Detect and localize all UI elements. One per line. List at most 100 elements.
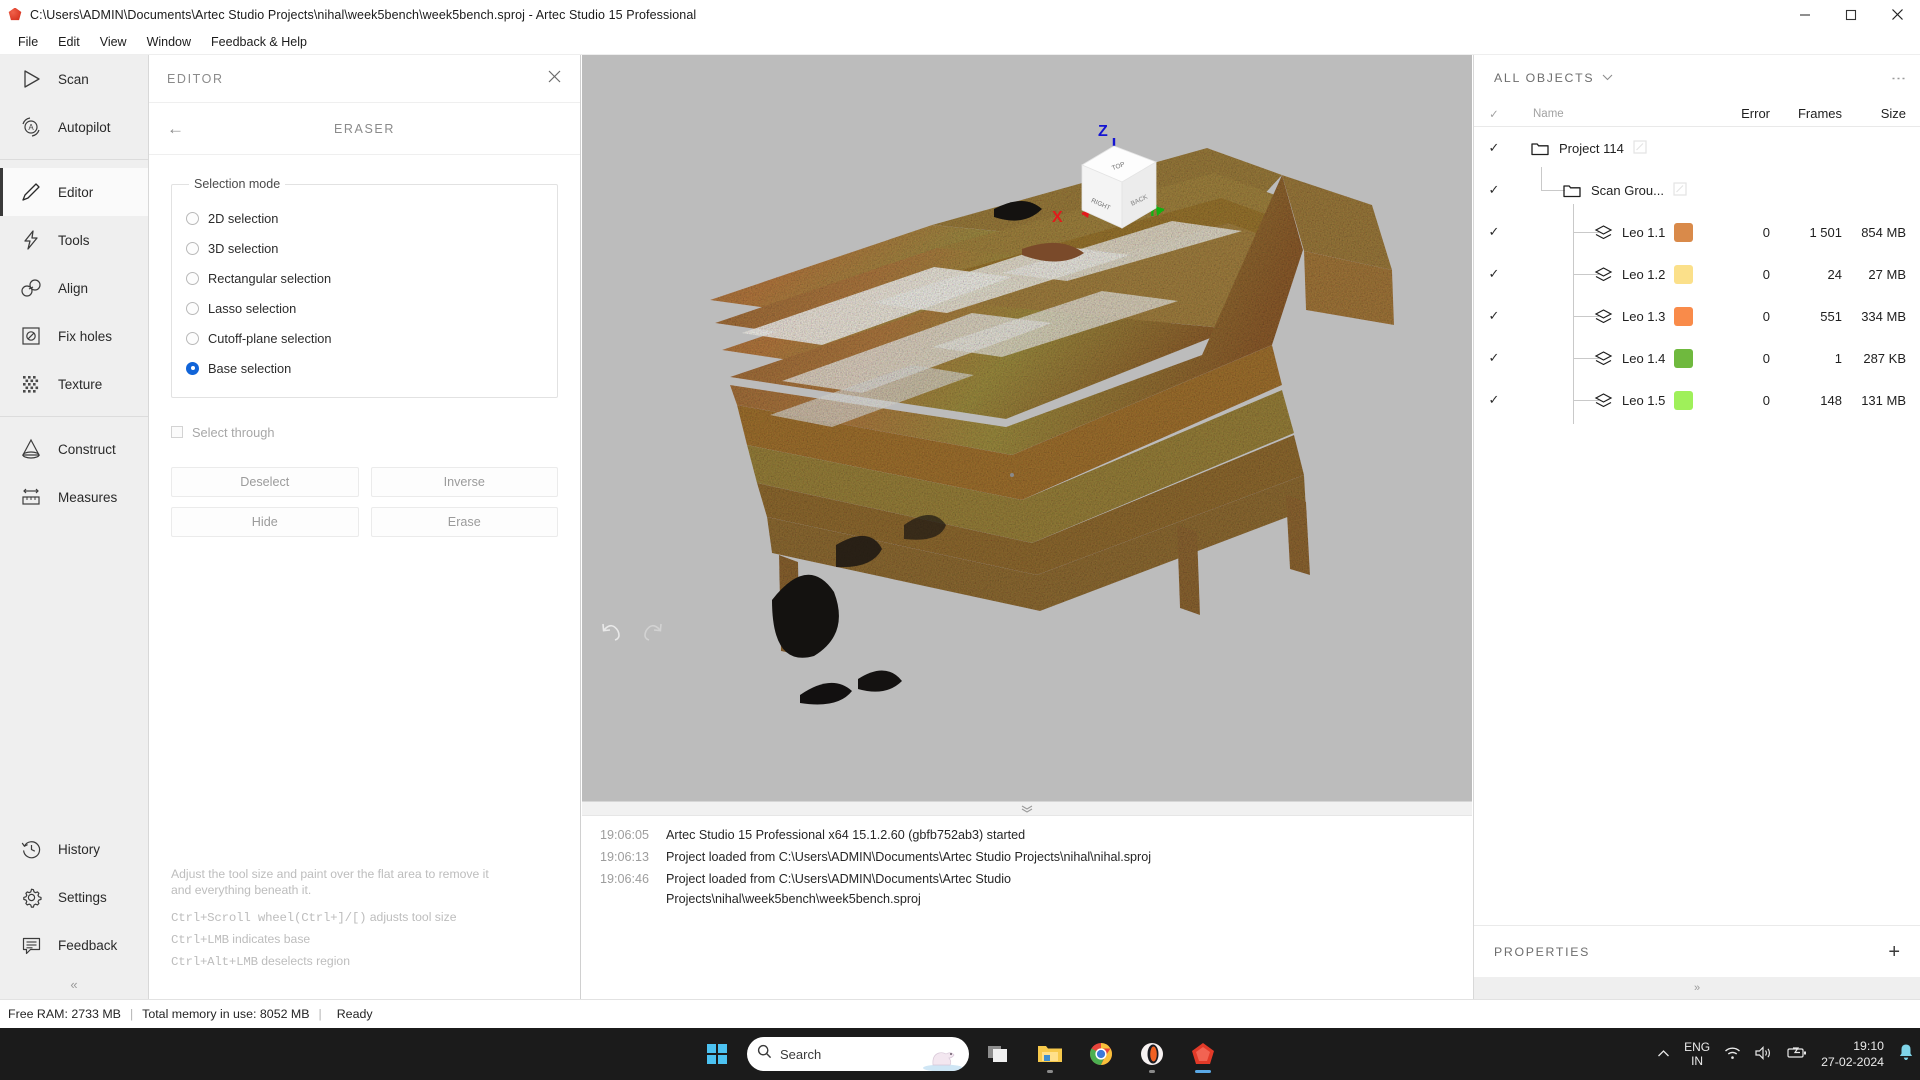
radio-label: Rectangular selection xyxy=(208,270,332,286)
row-checkbox[interactable]: ✓ xyxy=(1474,308,1514,324)
language-indicator[interactable]: ENG IN xyxy=(1684,1040,1710,1068)
battery-icon[interactable] xyxy=(1787,1046,1807,1062)
color-swatch[interactable] xyxy=(1674,222,1694,242)
editor-body: Selection mode 2D selection 3D selection… xyxy=(149,155,580,537)
status-total-memory: Total memory in use: 8052 MB xyxy=(142,1007,310,1021)
opera-icon[interactable] xyxy=(1131,1033,1173,1075)
console-collapse-handle[interactable] xyxy=(582,802,1472,816)
sidebar-item-feedback[interactable]: Feedback xyxy=(0,921,148,969)
properties-expand-handle[interactable]: » xyxy=(1474,977,1920,999)
sidebar-item-tools[interactable]: Tools xyxy=(0,216,148,264)
more-options-icon[interactable]: ⋮ xyxy=(1890,71,1907,86)
radio-2d-selection[interactable]: 2D selection xyxy=(186,203,543,233)
log-entries[interactable]: 19:06:05 Artec Studio 15 Professional x6… xyxy=(582,816,1472,910)
sidebar-item-construct[interactable]: Construct xyxy=(0,425,148,473)
sidebar-item-autopilot[interactable]: A Autopilot xyxy=(0,103,148,151)
row-checkbox[interactable]: ✓ xyxy=(1474,140,1514,156)
table-row[interactable]: ✓ Leo 1.1 0 1 501 854 MB xyxy=(1474,211,1920,253)
radio-base-selection[interactable]: Base selection xyxy=(186,353,543,383)
sidebar-item-scan[interactable]: Scan xyxy=(0,55,148,103)
editor-panel-header: EDITOR xyxy=(149,55,580,103)
chevron-down-icon[interactable] xyxy=(1602,73,1613,84)
column-header-name: Name xyxy=(1533,107,1564,120)
wifi-icon[interactable] xyxy=(1724,1046,1741,1063)
radio-cutoff-plane-selection[interactable]: Cutoff-plane selection xyxy=(186,323,543,353)
table-row[interactable]: ✓ Leo 1.4 0 1 287 KB xyxy=(1474,337,1920,379)
log-message: Project loaded from C:\Users\ADMIN\Docum… xyxy=(666,850,1152,864)
row-checkbox[interactable]: ✓ xyxy=(1474,392,1514,408)
sidebar-label-construct: Construct xyxy=(58,441,116,457)
row-checkbox[interactable]: ✓ xyxy=(1474,266,1514,282)
table-row[interactable]: ✓ Leo 1.5 0 148 131 MB xyxy=(1474,379,1920,421)
minimize-button[interactable] xyxy=(1782,0,1828,29)
table-row[interactable]: ✓ Scan Grou... xyxy=(1474,169,1920,211)
menu-view[interactable]: View xyxy=(90,32,137,52)
close-icon[interactable] xyxy=(547,69,562,89)
sidebar-item-align[interactable]: Align xyxy=(0,264,148,312)
add-property-icon[interactable]: + xyxy=(1888,942,1900,962)
sidebar-item-measures[interactable]: Measures xyxy=(0,473,148,521)
windows-taskbar: Search ENG IN 19:10 27-02-2024 xyxy=(0,1028,1920,1080)
erase-button[interactable]: Erase xyxy=(370,507,558,537)
hide-button[interactable]: Hide xyxy=(171,507,359,537)
artec-studio-icon[interactable] xyxy=(1182,1033,1224,1075)
task-view-icon[interactable] xyxy=(978,1033,1020,1075)
running-indicator xyxy=(1047,1070,1053,1073)
menu-edit[interactable]: Edit xyxy=(48,32,90,52)
chrome-icon[interactable] xyxy=(1080,1033,1122,1075)
color-swatch[interactable] xyxy=(1674,264,1694,284)
navigation-cube[interactable]: TOP RIGHT BACK xyxy=(1052,110,1192,260)
sidebar-item-history[interactable]: History xyxy=(0,825,148,873)
color-swatch[interactable] xyxy=(1674,306,1694,326)
table-row[interactable]: ✓ Project 114 xyxy=(1474,127,1920,169)
select-through-checkbox[interactable]: Select through xyxy=(171,417,558,447)
menu-file[interactable]: File xyxy=(8,32,48,52)
notification-bell-icon[interactable] xyxy=(1898,1043,1914,1065)
rename-icon[interactable] xyxy=(1633,139,1647,157)
maximize-button[interactable] xyxy=(1828,0,1874,29)
undo-icon[interactable] xyxy=(600,621,621,647)
redo-icon[interactable] xyxy=(643,621,664,647)
table-row[interactable]: ✓ Leo 1.3 0 551 334 MB xyxy=(1474,295,1920,337)
radio-3d-selection[interactable]: 3D selection xyxy=(186,233,543,263)
radio-lasso-selection[interactable]: Lasso selection xyxy=(186,293,543,323)
log-time: 19:06:05 xyxy=(600,828,650,842)
start-icon[interactable] xyxy=(696,1033,738,1075)
table-row[interactable]: ✓ Leo 1.2 0 24 27 MB xyxy=(1474,253,1920,295)
close-button[interactable] xyxy=(1874,0,1920,29)
deselect-button[interactable]: Deselect xyxy=(171,467,359,497)
inverse-button[interactable]: Inverse xyxy=(370,467,558,497)
sidebar-item-editor[interactable]: Editor xyxy=(0,168,148,216)
search-mascot-icon xyxy=(921,1041,965,1071)
bench-3d-model xyxy=(710,148,1394,705)
row-checkbox[interactable]: ✓ xyxy=(1474,350,1514,366)
sidebar-collapse-button[interactable]: « xyxy=(0,969,148,999)
file-explorer-icon[interactable] xyxy=(1029,1033,1071,1075)
color-swatch[interactable] xyxy=(1674,390,1694,410)
tray-chevron-up-icon[interactable] xyxy=(1657,1047,1670,1061)
sidebar-item-fix-holes[interactable]: Fix holes xyxy=(0,312,148,360)
3d-viewport[interactable]: Z X Y TOP RIGHT BACK xyxy=(582,55,1472,801)
menu-feedback-help[interactable]: Feedback & Help xyxy=(201,32,317,52)
artec-studio-window: C:\Users\ADMIN\Documents\Artec Studio Pr… xyxy=(0,0,1920,1080)
sidebar-item-settings[interactable]: Settings xyxy=(0,873,148,921)
radio-indicator xyxy=(186,241,199,255)
sidebar-label-align: Align xyxy=(58,280,89,296)
sidebar-label-texture: Texture xyxy=(58,376,103,392)
volume-icon[interactable] xyxy=(1755,1045,1773,1063)
status-separator: | xyxy=(318,1007,322,1021)
radio-rectangular-selection[interactable]: Rectangular selection xyxy=(186,263,543,293)
row-error: 0 xyxy=(1762,266,1770,282)
row-checkbox[interactable]: ✓ xyxy=(1474,182,1514,198)
search-input[interactable]: Search xyxy=(747,1037,969,1071)
rename-icon[interactable] xyxy=(1673,181,1687,199)
menu-window[interactable]: Window xyxy=(137,32,201,52)
color-swatch[interactable] xyxy=(1674,348,1694,368)
sidebar-item-texture[interactable]: Texture xyxy=(0,360,148,408)
back-arrow-icon[interactable]: ← xyxy=(167,120,184,137)
clock[interactable]: 19:10 27-02-2024 xyxy=(1821,1038,1884,1070)
row-checkbox[interactable]: ✓ xyxy=(1474,224,1514,240)
app-logo-icon xyxy=(8,7,22,21)
